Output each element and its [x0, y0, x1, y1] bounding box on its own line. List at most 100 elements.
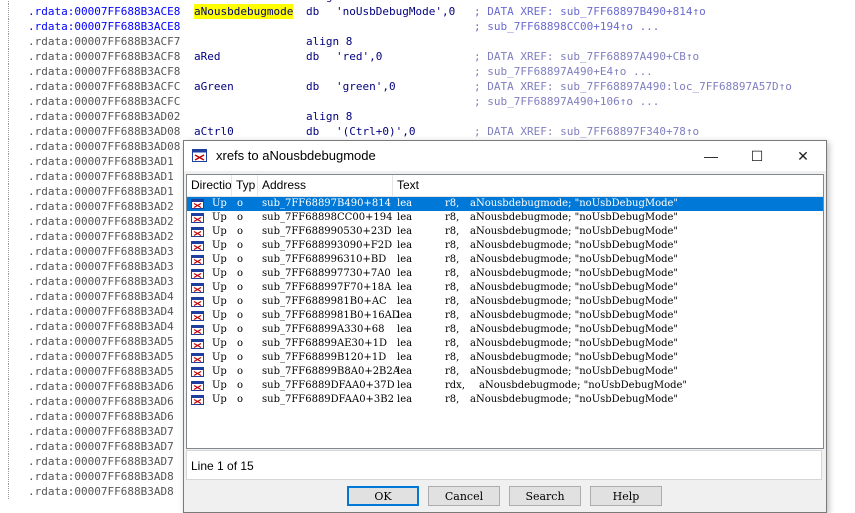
close-icon: ✕ — [797, 147, 809, 164]
table-row[interactable]: Up o sub_7FF688997F70+18A lea r8, aNousbdebug… — [187, 281, 823, 295]
cell-instruction: lea — [397, 338, 413, 349]
cell-direction: Up — [212, 366, 227, 377]
close-button[interactable]: ✕ — [780, 141, 826, 171]
listing-line[interactable]: .rdata:00007FF688B3AD02 align 8 — [0, 109, 855, 124]
cell-instruction: lea — [397, 310, 413, 321]
table-row[interactable]: Up o sub_7FF688990530+23D lea r8, aNousbdebug… — [187, 225, 823, 239]
listing-label[interactable]: aNousbdebugmode — [194, 4, 294, 19]
listing-gutter-line — [8, 199, 10, 214]
table-row[interactable]: Up o sub_7FF6889981B0+AC lea r8, aNousbdebugm… — [187, 295, 823, 309]
listing-line[interactable]: .rdata:00007FF688B3ACF8 ; sub_7FF68897A49… — [0, 64, 855, 79]
listing-line[interactable]: .rdata:00007FF688B3ACE8 ; sub_7FF68898CC0… — [0, 19, 855, 34]
listing-label[interactable]: aRed — [194, 49, 221, 64]
listing-line[interactable]: .rdata:00007FF688B3ACF7 align 8 — [0, 34, 855, 49]
maximize-button[interactable]: ☐ — [734, 141, 780, 171]
minimize-icon: — — [704, 148, 718, 164]
cell-direction: Up — [212, 352, 227, 363]
listing-address: .rdata:00007FF688B3AD4 — [28, 290, 174, 303]
search-button[interactable]: Search — [509, 486, 581, 506]
listing-label[interactable]: aGreen — [194, 79, 234, 94]
table-row[interactable]: Up o sub_7FF688993090+F2D lea r8, aNousbdebug… — [187, 239, 823, 253]
cell-operand: aNousbdebugmode; "noUsbDebugMode" — [479, 380, 688, 391]
cell-direction: Up — [212, 212, 227, 223]
cell-operand: aNousbdebugmode; "noUsbDebugMode" — [470, 324, 679, 335]
cell-register: rdx, — [445, 380, 465, 391]
listing-gutter-line — [8, 109, 10, 124]
listing-gutter-line — [8, 319, 10, 334]
xref-up-icon — [191, 353, 204, 363]
cell-address: sub_7FF6889981B0+AC — [262, 296, 387, 307]
listing-address: .rdata:00007FF688B3AD2 — [28, 200, 174, 213]
cell-direction: Up — [212, 198, 227, 209]
listing-address: .rdata:00007FF688B3ACFC — [28, 95, 181, 108]
listing-instruction: align 8 — [306, 35, 353, 48]
listing-line[interactable]: .rdata:00007FF688B3ACF8 aRed db 'red',0 ; DA… — [0, 49, 855, 64]
cell-type: o — [237, 268, 244, 279]
cell-direction: Up — [212, 394, 227, 405]
listing-address: .rdata:00007FF688B3AD08 — [28, 140, 181, 153]
column-header-type[interactable]: Typ — [232, 175, 258, 196]
cell-register: r8, — [445, 282, 460, 293]
listing-gutter-line — [8, 79, 10, 94]
cell-instruction: lea — [397, 198, 413, 209]
table-row[interactable]: Up o sub_7FF6889DFAA0+3B2 lea r8, aNousbdebug… — [187, 393, 823, 407]
listing-address: .rdata:00007FF688B3AD8 — [28, 485, 174, 498]
table-row[interactable]: Up o sub_7FF6889DFAA0+37D lea rdx, aNousbdebu… — [187, 379, 823, 393]
cell-operand: aNousbdebugmode; "noUsbDebugMode" — [470, 254, 679, 265]
cell-instruction: lea — [397, 394, 413, 405]
cell-instruction: lea — [397, 380, 413, 391]
table-row[interactable]: Up o sub_7FF68899AE30+1D lea r8, aNousbdebugm… — [187, 337, 823, 351]
cell-instruction: lea — [397, 324, 413, 335]
listing-line[interactable]: .rdata:00007FF688B3ACFC ; sub_7FF68897A49… — [0, 94, 855, 109]
cell-type: o — [237, 254, 244, 265]
listing-address: .rdata:00007FF688B3AD7 — [28, 455, 174, 468]
cell-instruction: lea — [397, 240, 413, 251]
cell-direction: Up — [212, 254, 227, 265]
listing-label[interactable]: aCtrl0 — [194, 124, 234, 139]
listing-operand: 'green',0 — [336, 80, 396, 93]
xrefs-list[interactable]: Directio Typ Address Text Up o sub_7FF6889… — [186, 174, 824, 449]
table-row[interactable]: Up o sub_7FF688997730+7A0 lea r8, aNousbdebug… — [187, 267, 823, 281]
listing-gutter-line — [8, 289, 10, 304]
column-header-address[interactable]: Address — [258, 175, 393, 196]
cell-direction: Up — [212, 282, 227, 293]
cell-operand: aNousbdebugmode; "noUsbDebugMode" — [470, 282, 679, 293]
listing-gutter-line — [8, 424, 10, 439]
cell-address: sub_7FF6889DFAA0+3B2 — [262, 394, 395, 405]
cell-type: o — [237, 352, 244, 363]
xref-up-icon — [191, 213, 204, 223]
cell-direction: Up — [212, 324, 227, 335]
ok-button[interactable]: OK — [347, 486, 419, 506]
cell-address: sub_7FF688996310+BD — [262, 254, 387, 265]
listing-gutter-line — [8, 409, 10, 424]
help-button[interactable]: Help — [590, 486, 662, 506]
table-row[interactable]: Up o sub_7FF6889981B0+16AD lea r8, aNousbdebu… — [187, 309, 823, 323]
table-row[interactable]: Up o sub_7FF68898CC00+194 lea r8, aNousbdebug… — [187, 211, 823, 225]
column-header-direction[interactable]: Directio — [187, 175, 232, 196]
listing-line[interactable]: .rdata:00007FF688B3ACE8 aNousbdebugmode db… — [0, 4, 855, 19]
listing-xref-comment: ; DATA XREF: sub_7FF68897A490:loc_7FF688… — [474, 80, 792, 93]
cell-address: sub_7FF68897B490+814 — [262, 198, 391, 209]
listing-xref-comment: ; DATA XREF: sub_7FF68897B490+814↑o — [474, 5, 706, 18]
cell-operand: aNousbdebugmode; "noUsbDebugMode" — [470, 338, 679, 349]
listing-xref-comment: ; sub_7FF68897A490+E4↑o ... — [474, 65, 653, 78]
listing-line[interactable]: .rdata:00007FF688B3ACFC aGreen db 'green',0… — [0, 79, 855, 94]
listing-address: .rdata:00007FF688B3AD1 — [28, 155, 174, 168]
listing-address: .rdata:00007FF688B3AD6 — [28, 395, 174, 408]
listing-gutter-line — [8, 349, 10, 364]
table-row[interactable]: Up o sub_7FF68899A330+68 lea r8, aNousbdebugm… — [187, 323, 823, 337]
table-row[interactable]: Up o sub_7FF68897B490+814 lea r8, aNousbdebug… — [187, 197, 823, 211]
table-row[interactable]: Up o sub_7FF68899B120+1D lea r8, aNousbdebugm… — [187, 351, 823, 365]
listing-line[interactable]: .rdata:00007FF688B3AD08 aCtrl0 db '(Ctrl+0)… — [0, 124, 855, 139]
dialog-titlebar[interactable]: xrefs to aNousbdebugmode — ☐ ✕ — [184, 141, 826, 171]
cancel-button[interactable]: Cancel — [428, 486, 500, 506]
listing-gutter-line — [8, 334, 10, 349]
minimize-button[interactable]: — — [688, 141, 734, 171]
table-row[interactable]: Up o sub_7FF68899B8A0+2B2A lea r8, aNousbdebu… — [187, 365, 823, 379]
listing-address: .rdata:00007FF688B3AD7 — [28, 425, 174, 438]
listing-address: .rdata:00007FF688B3AD6 — [28, 380, 174, 393]
listing-address: .rdata:00007FF688B3AD4 — [28, 320, 174, 333]
table-row[interactable]: Up o sub_7FF688996310+BD lea r8, aNousbdebugm… — [187, 253, 823, 267]
column-header-text[interactable]: Text — [393, 175, 823, 196]
cell-address: sub_7FF68899B120+1D — [262, 352, 387, 363]
